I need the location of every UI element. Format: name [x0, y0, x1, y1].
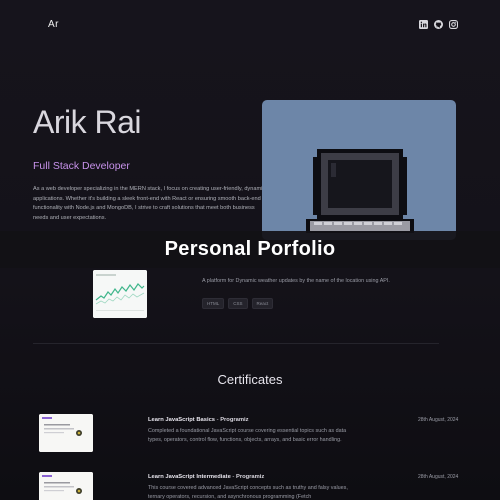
certificate-title: Learn JavaScript Basics - Programiz	[148, 417, 249, 423]
tag: React	[251, 298, 274, 309]
certificates-heading: Certificates	[217, 372, 283, 387]
overlay-banner: Personal Porfolio	[0, 231, 500, 268]
certificate-thumbnail[interactable]	[39, 472, 93, 500]
certificate-thumbnail[interactable]	[39, 414, 93, 452]
hero-name: Arik Rai	[33, 104, 142, 140]
certificate-date: 28th August, 2024	[418, 474, 459, 480]
computer-icon	[306, 149, 414, 233]
certificate-provider: Programiz	[235, 474, 265, 480]
hero-role: Full Stack Developer	[33, 160, 130, 172]
github-icon[interactable]	[434, 20, 443, 29]
certificate-description: This course covered advanced JavaScript …	[148, 485, 348, 500]
certificate-title: Learn JavaScript Intermediate - Programi…	[148, 474, 264, 480]
pixel-computer-illustration	[262, 100, 456, 240]
certificate-name: Learn JavaScript Intermediate	[148, 474, 231, 480]
section-divider	[33, 343, 439, 344]
certificate-name: Learn JavaScript Basics	[148, 417, 216, 423]
certificate-description: Completed a foundational JavaScript cour…	[148, 428, 347, 444]
tag: CSS	[228, 298, 248, 309]
linkedin-icon[interactable]	[419, 20, 428, 29]
site-logo[interactable]: Ar	[48, 19, 59, 30]
certificate-preview-icon	[39, 414, 93, 452]
certificate-date: 28th August, 2024	[418, 417, 459, 423]
instagram-icon[interactable]	[449, 20, 458, 29]
project-tags: HTML CSS React	[202, 298, 274, 309]
project-description: A platform for Dynamic weather updates b…	[202, 278, 390, 284]
banner-title: Personal Porfolio	[164, 238, 336, 260]
hero-bio: As a web developer specializing in the M…	[33, 186, 266, 221]
tag: HTML	[202, 298, 225, 309]
social-links	[419, 20, 458, 29]
certificate-preview-icon	[39, 472, 93, 500]
project-thumbnail[interactable]	[93, 270, 147, 318]
weather-chart-preview-icon	[93, 270, 147, 318]
certificate-provider: Programiz	[220, 417, 249, 423]
